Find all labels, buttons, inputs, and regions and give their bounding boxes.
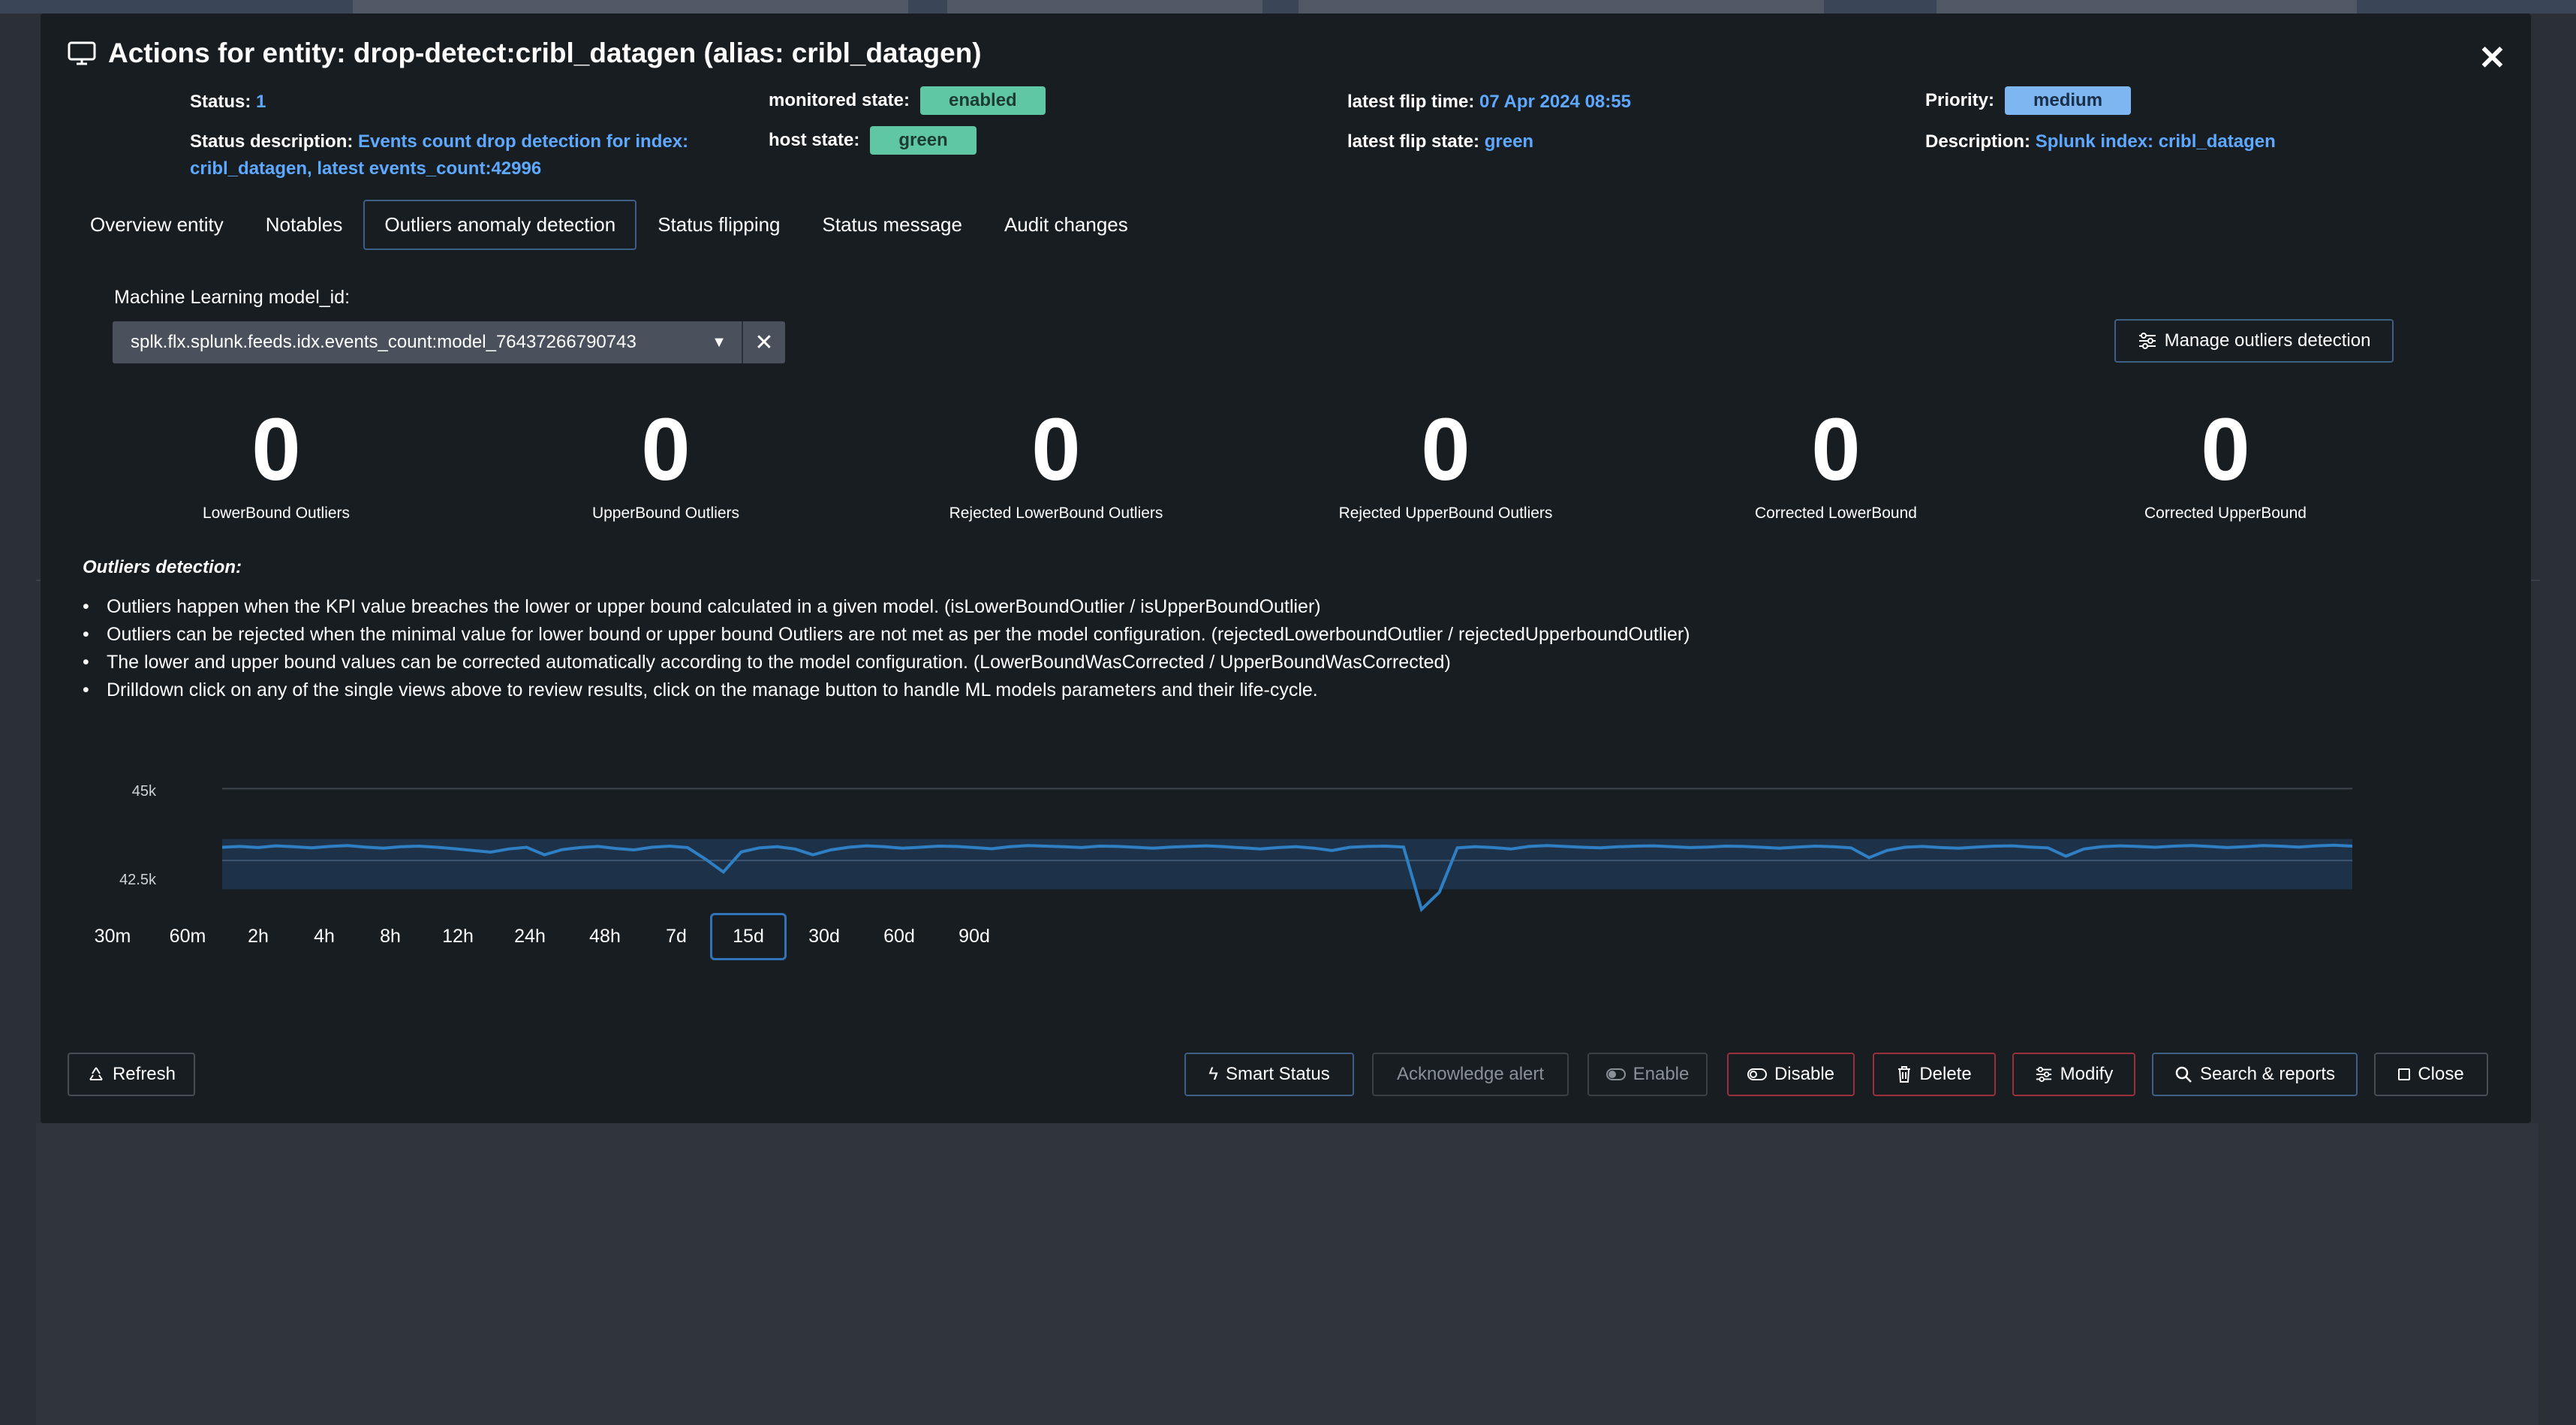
close-icon[interactable]: ✕ <box>2478 42 2506 75</box>
toggle-icon <box>1605 1068 1626 1080</box>
list-item: • Outliers can be rejected when the minim… <box>83 624 1690 645</box>
smart-status-button[interactable]: ϟ Smart Status <box>1184 1053 1354 1096</box>
stat-corrected-upperbound[interactable]: 0 Corrected UpperBound <box>2068 405 2383 523</box>
host-state-badge: green <box>870 126 977 155</box>
latest-flip-time-value: 07 Apr 2024 08:55 <box>1479 92 1631 112</box>
time-range-7d[interactable]: 7d <box>642 913 710 960</box>
ml-model-select[interactable]: splk.flx.splunk.feeds.idx.events_count:m… <box>113 321 785 363</box>
status-description-field: Status description: Events count drop de… <box>190 131 689 152</box>
time-range-30d[interactable]: 30d <box>787 913 862 960</box>
manage-outliers-detection-button[interactable]: Manage outliers detection <box>2114 319 2394 363</box>
list-item: • Outliers happen when the KPI value brea… <box>83 596 1321 617</box>
sliders-icon <box>2138 333 2156 349</box>
monitored-state-badge: enabled <box>920 86 1046 115</box>
ml-model-selected-value: splk.flx.splunk.feeds.idx.events_count:m… <box>131 332 636 352</box>
modal-title: Actions for entity: drop-detect:cribl_da… <box>68 38 982 69</box>
events-count-chart[interactable]: 45k 42.5k <box>108 760 2352 932</box>
square-icon <box>2398 1068 2411 1080</box>
background-header-block <box>353 0 908 14</box>
time-range-30m[interactable]: 30m <box>75 913 150 960</box>
status-description-value: Events count drop detection for index: <box>358 131 689 152</box>
tab-audit-changes[interactable]: Audit changes <box>983 200 1149 250</box>
time-range-15d[interactable]: 15d <box>710 913 787 960</box>
status-field: Status: 1 <box>190 92 266 112</box>
tab-status-message[interactable]: Status message <box>802 200 983 250</box>
latest-flip-time-field: latest flip time: 07 Apr 2024 08:55 <box>1347 92 1631 112</box>
outliers-detection-heading: Outliers detection: <box>83 557 242 577</box>
description-field: Description: Splunk index: cribl_datagen <box>1925 131 2276 152</box>
modify-button[interactable]: Modify <box>2012 1053 2135 1096</box>
latest-flip-state-field: latest flip state: green <box>1347 131 1534 152</box>
clear-selection-icon[interactable]: ✕ <box>742 321 785 363</box>
trash-icon <box>1898 1066 1911 1083</box>
monitor-icon <box>68 41 96 65</box>
priority-field: Priority: medium <box>1925 86 2132 115</box>
time-range-90d[interactable]: 90d <box>937 913 1012 960</box>
time-range-12h[interactable]: 12h <box>423 913 492 960</box>
caret-down-icon[interactable]: ▼ <box>697 334 742 351</box>
delete-button[interactable]: Delete <box>1873 1053 1996 1096</box>
tab-overview-entity[interactable]: Overview entity <box>69 200 245 250</box>
time-range-48h[interactable]: 48h <box>567 913 642 960</box>
stat-rejected-lowerbound-outliers[interactable]: 0 Rejected LowerBound Outliers <box>898 405 1214 523</box>
background-header-block <box>1299 0 1824 14</box>
tab-bar: Overview entity Notables Outliers anomal… <box>69 200 1149 250</box>
time-range-24h[interactable]: 24h <box>492 913 567 960</box>
tab-status-flipping[interactable]: Status flipping <box>636 200 801 250</box>
stat-rejected-upperbound-outliers[interactable]: 0 Rejected UpperBound Outliers <box>1288 405 1603 523</box>
time-range-60d[interactable]: 60d <box>862 913 937 960</box>
modal-title-text: Actions for entity: drop-detect:cribl_da… <box>108 38 982 68</box>
latest-flip-state-value: green <box>1484 131 1534 152</box>
list-item: • The lower and upper bound values can be… <box>83 652 1451 673</box>
tab-outliers-anomaly-detection[interactable]: Outliers anomaly detection <box>363 200 637 250</box>
acknowledge-alert-button[interactable]: Acknowledge alert <box>1372 1053 1569 1096</box>
time-range-4h[interactable]: 4h <box>291 913 357 960</box>
sliders-icon <box>2036 1066 2051 1083</box>
outliers-detection-list: • Outliers happen when the KPI value brea… <box>83 596 1690 707</box>
enable-button[interactable]: Enable <box>1587 1053 1708 1096</box>
monitored-state-field: monitored state: enabled <box>769 86 1046 115</box>
time-range-60m[interactable]: 60m <box>150 913 225 960</box>
time-range-2h[interactable]: 2h <box>225 913 291 960</box>
toggle-off-icon <box>1747 1068 1767 1080</box>
priority-badge: medium <box>2005 86 2132 115</box>
status-description-line2: cribl_datagen, latest events_count:42996 <box>190 158 542 179</box>
stat-upperbound-outliers[interactable]: 0 UpperBound Outliers <box>508 405 823 523</box>
stat-lowerbound-outliers[interactable]: 0 LowerBound Outliers <box>119 405 434 523</box>
background-header-block <box>947 0 1262 14</box>
host-state-field: host state: green <box>769 126 977 155</box>
description-value: Splunk index: cribl_datagen <box>2035 131 2276 152</box>
background-divider <box>2531 580 2540 581</box>
time-range-selector: 30m 60m 2h 4h 8h 12h 24h 48h 7d 15d 30d 60d 90d <box>75 913 1012 960</box>
search-icon <box>2175 1066 2192 1083</box>
background-page-area <box>36 1123 2538 1425</box>
recycle-icon <box>89 1067 103 1080</box>
search-reports-button[interactable]: Search & reports <box>2152 1053 2358 1096</box>
stat-corrected-lowerbound[interactable]: 0 Corrected LowerBound <box>1678 405 1994 523</box>
entity-actions-modal: Actions for entity: drop-detect:cribl_da… <box>41 14 2531 1123</box>
refresh-button[interactable]: Refresh <box>68 1053 195 1096</box>
time-range-8h[interactable]: 8h <box>357 913 423 960</box>
disable-button[interactable]: Disable <box>1727 1053 1855 1096</box>
tab-notables[interactable]: Notables <box>245 200 364 250</box>
status-value: 1 <box>256 92 266 112</box>
bolt-icon: ϟ <box>1208 1064 1218 1084</box>
background-header-block <box>1937 0 2357 14</box>
y-tick-label: 45k <box>132 783 157 800</box>
y-tick-label: 42.5k <box>119 872 157 888</box>
close-button[interactable]: Close <box>2374 1053 2488 1096</box>
list-item: • Drilldown click on any of the single vi… <box>83 679 1318 700</box>
ml-model-label: Machine Learning model_id: <box>114 287 351 308</box>
